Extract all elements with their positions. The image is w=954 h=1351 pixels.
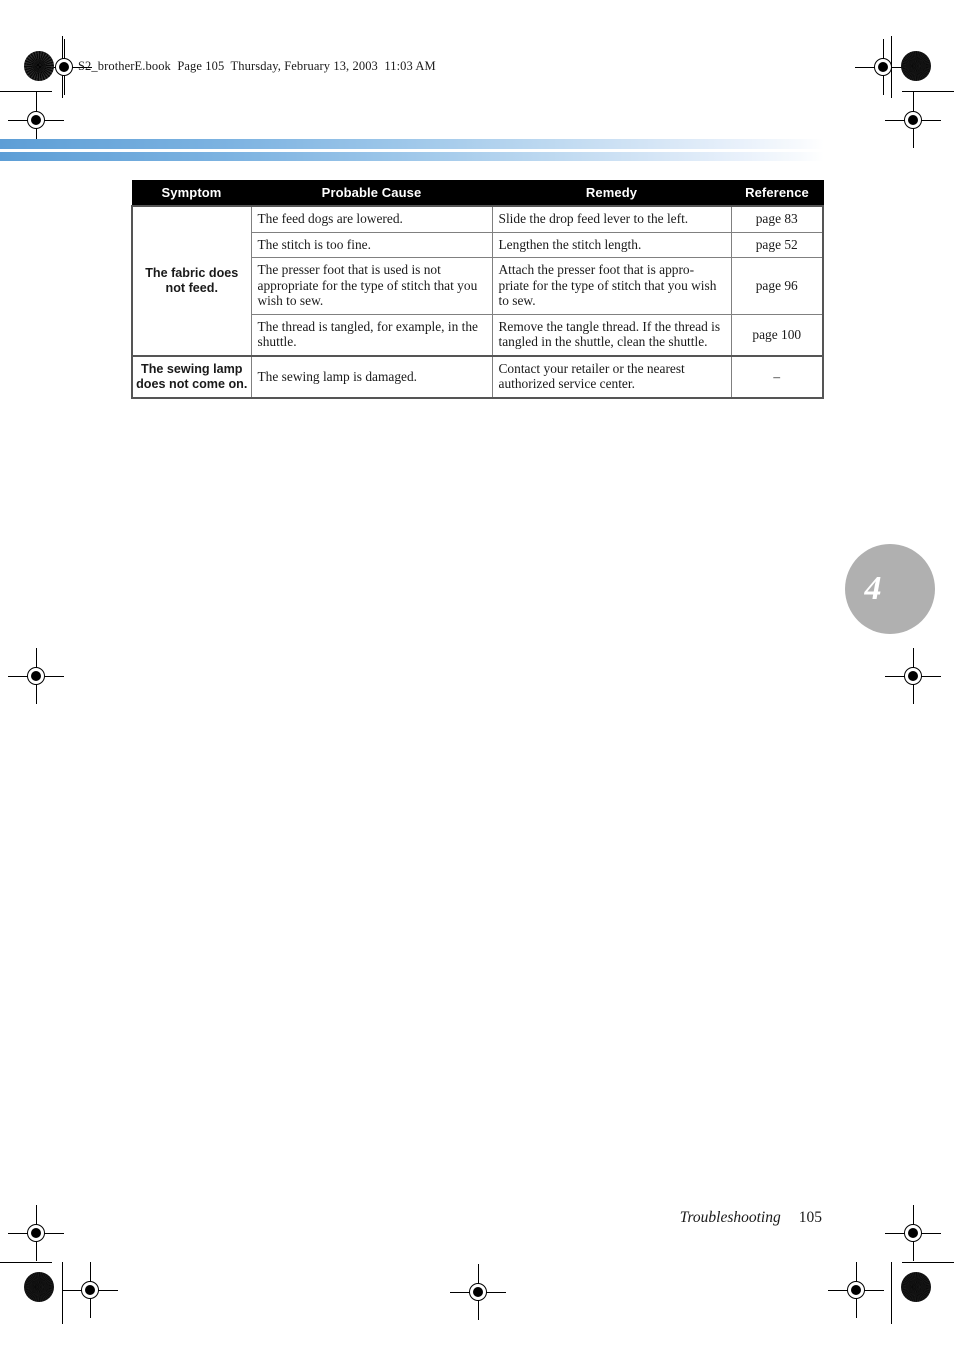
- chapter-marker: 4: [845, 544, 935, 634]
- cell-reference: page 96: [730, 257, 824, 315]
- trim-rule-horizontal-bottomright: [902, 1262, 954, 1263]
- symptom-line-1: The sewing lamp: [141, 361, 243, 376]
- footer-page-number: 105: [798, 1209, 822, 1226]
- symptom-line-2: not feed.: [165, 280, 218, 295]
- trim-rule-vertical-left: [62, 36, 63, 98]
- registration-mark-bottom-right: [828, 1262, 884, 1318]
- registration-mark-bottom-center: [450, 1264, 506, 1320]
- cell-remedy: Remove the tangle thread. If the thread …: [491, 313, 732, 357]
- cell-probable-cause: The stitch is too fine.: [250, 231, 493, 259]
- troubleshooting-table: Symptom Probable Cause Remedy Reference …: [131, 180, 824, 399]
- cell-remedy: Contact your retailer or the nearest aut…: [491, 354, 732, 399]
- book-header-text: S2_brotherE.book Page 105 Thursday, Febr…: [78, 59, 436, 73]
- column-header-reference: Reference: [730, 180, 824, 207]
- halftone-patch-top-right: [901, 51, 931, 81]
- registration-mark-middle-right: [885, 648, 941, 704]
- cell-remedy: Slide the drop feed lever to the left.: [491, 204, 732, 233]
- cell-probable-cause: The presser foot that is used is not app…: [250, 257, 493, 315]
- registration-mark-top-right: [855, 39, 911, 95]
- halftone-patch-bottom-right: [901, 1272, 931, 1302]
- trim-rule-vertical-bottomleft: [62, 1262, 63, 1324]
- trim-rule-horizontal-bottomleft: [0, 1262, 52, 1263]
- symptom-line-2: does not come on.: [136, 376, 248, 391]
- page-footer: Troubleshooting 105: [0, 1209, 822, 1227]
- cell-symptom: The sewing lamp does not come on.: [131, 354, 252, 399]
- column-header-remedy: Remedy: [491, 180, 732, 207]
- registration-mark-lower-right: [885, 1205, 941, 1261]
- halftone-patch-top-left: [24, 51, 54, 81]
- registration-mark-upper-right: [885, 92, 941, 148]
- footer-chapter-title: Troubleshooting: [679, 1209, 781, 1226]
- registration-mark-middle-left: [8, 648, 64, 704]
- header-accent-bar-lower: [0, 152, 824, 161]
- cell-probable-cause: The thread is tangled, for example, in t…: [250, 313, 493, 357]
- table-row: The sewing lamp does not come on. The se…: [131, 354, 824, 399]
- trim-rule-vertical-right: [891, 36, 892, 98]
- registration-mark-bottom-left: [62, 1262, 118, 1318]
- cell-remedy: Lengthen the stitch length.: [491, 231, 732, 259]
- cell-probable-cause: The sewing lamp is damaged.: [250, 354, 493, 399]
- cell-probable-cause: The feed dogs are lowered.: [250, 204, 493, 233]
- column-header-probable-cause: Probable Cause: [250, 180, 493, 207]
- cell-reference: –: [730, 354, 824, 399]
- troubleshooting-table-container: Symptom Probable Cause Remedy Reference …: [131, 180, 824, 399]
- column-header-symptom: Symptom: [131, 180, 252, 207]
- cell-reference: page 52: [730, 231, 824, 259]
- cell-remedy: Attach the presser foot that is appro-pr…: [491, 257, 732, 315]
- trim-rule-horizontal-topleft: [0, 91, 52, 92]
- header-accent-bar-upper: [0, 139, 824, 149]
- chapter-number: 4: [864, 570, 882, 607]
- cell-reference: page 100: [730, 313, 824, 357]
- halftone-patch-bottom-left: [24, 1272, 54, 1302]
- cell-reference: page 83: [730, 204, 824, 233]
- trim-rule-horizontal-topright: [902, 91, 954, 92]
- table-header-row: Symptom Probable Cause Remedy Reference: [131, 180, 824, 207]
- table-row: The fabric does not feed. The feed dogs …: [131, 204, 824, 357]
- trim-rule-vertical-bottomright: [891, 1262, 892, 1324]
- cell-symptom: The fabric does not feed.: [131, 205, 252, 357]
- symptom-line-1: The fabric does: [145, 265, 239, 280]
